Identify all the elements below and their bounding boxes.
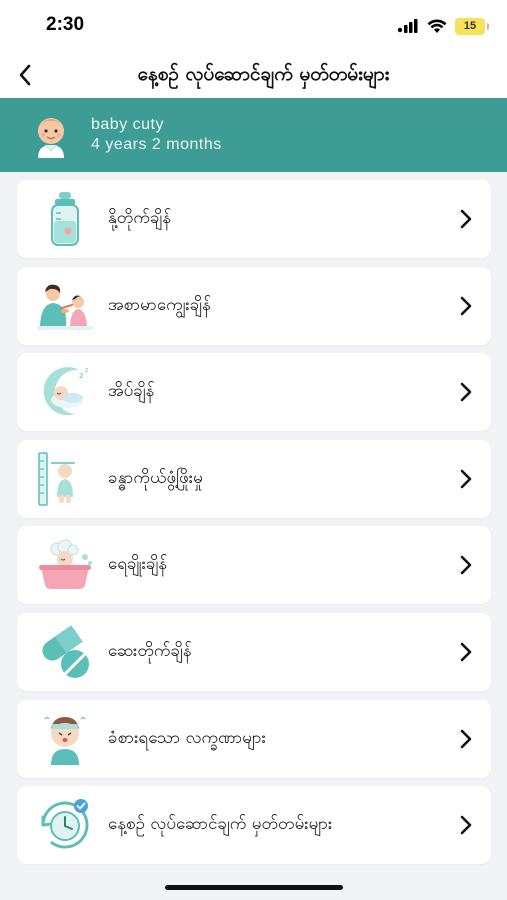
menu-item-medicine[interactable]: ဆေးတိုက်ချိန်	[17, 612, 491, 691]
child-age: 4 years 2 months	[91, 136, 222, 153]
menu-item-milk-feeding[interactable]: နို့တိုက်ချိန်	[17, 180, 491, 258]
menu-item-daily-log[interactable]: နေ့စဉ် လုပ်ဆောင်ချက် မှတ်တမ်းများ	[17, 786, 491, 865]
chevron-right-icon	[460, 729, 472, 748]
menu-label: နို့တိုက်ချိန်	[108, 208, 172, 228]
menu-item-sleep[interactable]: z z အိပ်ချိန်	[17, 353, 491, 432]
status-icons: 15	[397, 16, 489, 36]
menu-label: ခန္ဓာကိုယ်ဖွံ့ဖြိုးမှု	[108, 467, 203, 488]
svg-text:z: z	[85, 367, 88, 374]
chevron-right-icon	[460, 469, 472, 489]
menu-label: အစာမာကျွေးချိန်	[108, 294, 211, 315]
activity-menu-list: နို့တိုက်ချိန် အစာမာကျွေးချိန် z z အိပ်ခ…	[17, 180, 491, 873]
menu-label: ဆေးတိုက်ချိန်	[108, 640, 192, 661]
feeding-mother-icon	[37, 284, 93, 330]
battery-icon: 15	[455, 17, 489, 35]
back-button[interactable]	[8, 58, 42, 92]
menu-label: အိပ်ချိန်	[108, 381, 155, 402]
battery-level: 15	[463, 20, 477, 32]
menu-label: ခံစားရသော လက္ခဏာများ	[108, 727, 266, 748]
bath-icon	[39, 539, 92, 590]
medicine-pills-icon	[42, 625, 89, 678]
baby-avatar-icon	[38, 118, 64, 158]
home-indicator[interactable]	[165, 885, 343, 890]
sick-child-icon	[44, 716, 86, 765]
chevron-right-icon	[460, 296, 472, 315]
baby-bottle-icon	[51, 192, 79, 246]
menu-item-symptoms[interactable]: ခံစားရသော လက္ခဏာများ	[17, 699, 491, 778]
page-title: နေ့စဉ် လုပ်ဆောင်ချက် မှတ်တမ်းများ	[137, 63, 390, 85]
height-growth-icon	[38, 452, 75, 506]
menu-item-growth[interactable]: ခန္ဓာကိုယ်ဖွံ့ဖြိုးမှု	[17, 439, 491, 518]
chevron-left-icon	[19, 64, 31, 86]
sleeping-moon-icon: z z	[43, 367, 88, 416]
child-profile-banner[interactable]: baby cuty 4 years 2 months	[0, 98, 507, 172]
app-header: နေ့စဉ် လုပ်ဆောင်ချက် မှတ်တမ်းများ	[0, 52, 507, 98]
menu-label: နေ့စဉ် လုပ်ဆောင်ချက် မှတ်တမ်းများ	[108, 814, 333, 835]
menu-label: ရေချိုးချိန်	[108, 554, 168, 575]
status-bar: 2:30 15	[0, 0, 507, 52]
svg-text:z: z	[79, 371, 83, 380]
chevron-right-icon	[460, 382, 472, 402]
child-name: baby cuty	[91, 116, 164, 133]
chevron-right-icon	[460, 642, 472, 662]
cellular-signal-icon	[397, 19, 418, 33]
chevron-right-icon	[460, 556, 472, 575]
menu-item-bath[interactable]: ရေချိုးချိန်	[17, 526, 491, 605]
chevron-right-icon	[460, 815, 472, 835]
clock-history-icon	[41, 799, 89, 849]
chevron-right-icon	[460, 209, 472, 229]
menu-item-solid-feeding[interactable]: အစာမာကျွေးချိန်	[17, 266, 491, 345]
wifi-icon	[427, 18, 447, 33]
status-time: 2:30	[46, 14, 85, 35]
